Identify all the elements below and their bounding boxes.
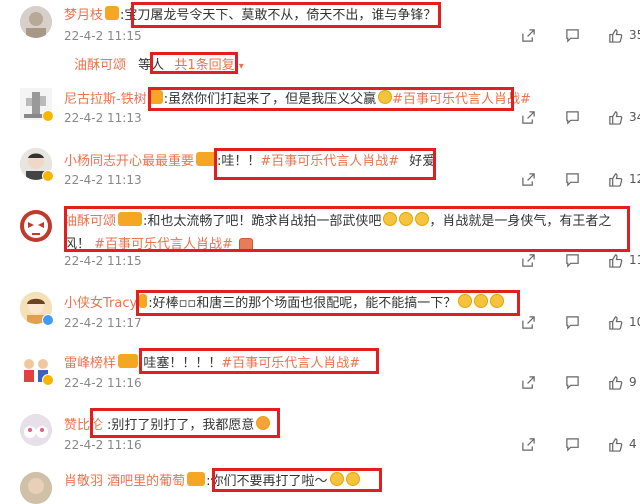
comment-date: 22-4-2 11:16 — [64, 376, 142, 390]
comment-date: 22-4-2 11:15 — [64, 29, 142, 43]
avatar[interactable] — [20, 414, 52, 446]
fan-badge-icon — [118, 354, 139, 368]
comment-date: 22-4-2 11:16 — [64, 438, 142, 452]
like-button[interactable]: 34 — [608, 110, 640, 125]
highlight-box — [136, 290, 520, 316]
comment-date: 22-4-2 11:15 — [64, 254, 142, 268]
share-icon[interactable] — [520, 171, 536, 187]
comment-icon[interactable] — [564, 109, 580, 125]
comment-icon[interactable] — [564, 314, 580, 330]
like-icon — [609, 375, 623, 390]
comment-icon[interactable] — [564, 252, 580, 268]
like-icon — [609, 315, 623, 330]
like-count: 9 — [629, 375, 637, 389]
like-icon — [609, 172, 623, 187]
avatar[interactable] — [20, 6, 52, 38]
highlight-box — [150, 52, 238, 74]
like-icon — [609, 28, 623, 43]
like-button[interactable]: 11 — [608, 253, 640, 268]
like-count: 34 — [629, 110, 640, 124]
chevron-down-icon[interactable]: ▾ — [239, 61, 244, 72]
like-count: 10 — [629, 315, 640, 329]
like-count: 4 — [629, 437, 637, 451]
comment-icon[interactable] — [564, 171, 580, 187]
commenter-name[interactable]: 尼古拉斯-铁树 — [64, 88, 147, 107]
verified-badge-icon — [42, 314, 54, 326]
commenter-name[interactable]: 小杨同志开心最最重要 — [64, 150, 194, 169]
verified-badge-icon — [42, 374, 54, 386]
comment-icon[interactable] — [564, 374, 580, 390]
like-icon — [609, 253, 623, 268]
highlight-box — [131, 2, 441, 28]
fan-badge-icon — [105, 6, 120, 20]
comment-date: 22-4-2 11:13 — [64, 173, 142, 187]
avatar[interactable] — [20, 472, 52, 504]
comment-icon[interactable] — [564, 436, 580, 452]
like-button[interactable]: 12 — [608, 172, 640, 187]
highlight-box — [212, 468, 382, 492]
highlight-box — [64, 206, 630, 252]
commenter-name[interactable]: 小侠女Tracy — [64, 292, 137, 311]
avatar[interactable] — [20, 210, 52, 242]
highlight-box — [148, 87, 514, 111]
fan-badge-icon — [187, 472, 206, 486]
commenter-name[interactable]: 梦月枝 — [64, 4, 103, 23]
share-icon[interactable] — [520, 109, 536, 125]
like-button[interactable]: 9 — [608, 375, 637, 390]
share-icon[interactable] — [520, 252, 536, 268]
sub-reply-name[interactable]: 油酥可颂 — [74, 58, 126, 73]
highlight-box — [90, 408, 280, 438]
like-button[interactable]: 4 — [608, 437, 637, 452]
share-icon[interactable] — [520, 27, 536, 43]
like-count: 11 — [629, 253, 640, 267]
verified-badge-icon — [42, 170, 54, 182]
like-icon — [609, 110, 623, 125]
comment-date: 22-4-2 11:17 — [64, 316, 142, 330]
like-icon — [609, 437, 623, 452]
like-button[interactable]: 10 — [608, 315, 640, 330]
commenter-name[interactable]: 雷峰榜样 — [64, 352, 116, 371]
verified-badge-icon — [42, 110, 54, 122]
like-count: 35 — [629, 28, 640, 42]
share-icon[interactable] — [520, 374, 536, 390]
like-count: 12 — [629, 172, 640, 186]
share-icon[interactable] — [520, 436, 536, 452]
share-icon[interactable] — [520, 314, 536, 330]
like-button[interactable]: 35 — [608, 28, 640, 43]
comment-icon[interactable] — [564, 27, 580, 43]
highlight-box — [214, 148, 436, 180]
highlight-box — [139, 348, 379, 374]
comment-date: 22-4-2 11:13 — [64, 111, 142, 125]
